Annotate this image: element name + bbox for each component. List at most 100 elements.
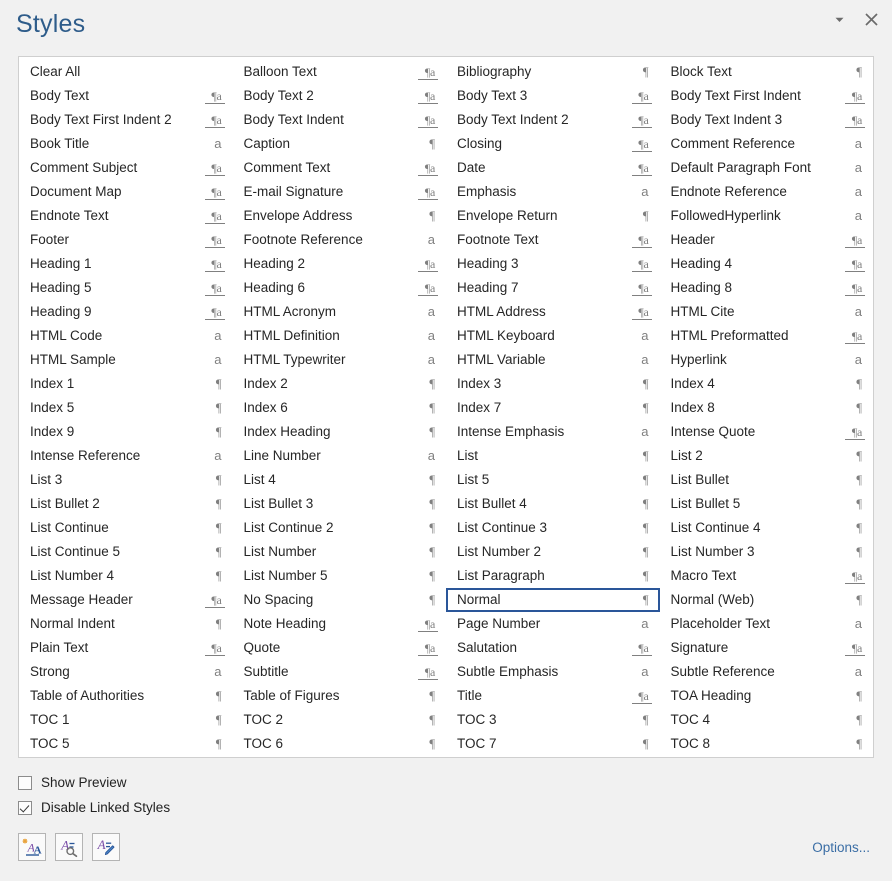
style-item[interactable]: No Spacing ¶ bbox=[233, 588, 447, 612]
style-item[interactable]: Table of Figures ¶ bbox=[233, 684, 447, 708]
style-item[interactable]: List Number 4 ¶ bbox=[19, 564, 233, 588]
style-item[interactable]: TOC 1 ¶ bbox=[19, 708, 233, 732]
close-icon[interactable] bbox=[860, 8, 882, 30]
style-item[interactable]: Balloon Text ¶a bbox=[233, 60, 447, 84]
style-item[interactable]: HTML Variable a bbox=[446, 348, 660, 372]
style-item[interactable]: Plain Text ¶a bbox=[19, 636, 233, 660]
style-item[interactable]: List Bullet 2 ¶ bbox=[19, 492, 233, 516]
style-item[interactable]: Heading 9 ¶a bbox=[19, 300, 233, 324]
style-item[interactable]: Bibliography ¶ bbox=[446, 60, 660, 84]
style-item[interactable]: Title ¶a bbox=[446, 684, 660, 708]
style-item[interactable]: HTML Cite a bbox=[660, 300, 874, 324]
style-item[interactable]: Line Number a bbox=[233, 444, 447, 468]
style-item[interactable]: Emphasis a bbox=[446, 180, 660, 204]
style-item[interactable]: Body Text 2 ¶a bbox=[233, 84, 447, 108]
style-item[interactable]: List 3 ¶ bbox=[19, 468, 233, 492]
options-link[interactable]: Options... bbox=[812, 840, 874, 855]
style-item[interactable]: Normal (Web) ¶ bbox=[660, 588, 874, 612]
style-item[interactable]: List Number ¶ bbox=[233, 540, 447, 564]
style-item[interactable]: Quote ¶a bbox=[233, 636, 447, 660]
style-item[interactable]: Closing ¶a bbox=[446, 132, 660, 156]
style-item[interactable]: Index 2 ¶ bbox=[233, 372, 447, 396]
style-item[interactable]: List Number 2 ¶ bbox=[446, 540, 660, 564]
styles-list-box[interactable]: Clear All Body Text ¶a Body Text First Inde… bbox=[18, 56, 874, 758]
style-item[interactable]: TOC 6 ¶ bbox=[233, 732, 447, 756]
style-item[interactable]: Index 4 ¶ bbox=[660, 372, 874, 396]
style-item[interactable]: HTML Keyboard a bbox=[446, 324, 660, 348]
style-item[interactable]: Heading 7 ¶a bbox=[446, 276, 660, 300]
style-item[interactable]: HTML Preformatted ¶a bbox=[660, 324, 874, 348]
style-item[interactable]: Subtitle ¶a bbox=[233, 660, 447, 684]
style-item[interactable]: Normal Indent ¶ bbox=[19, 612, 233, 636]
style-item[interactable]: HTML Acronym a bbox=[233, 300, 447, 324]
style-item[interactable]: List Continue 3 ¶ bbox=[446, 516, 660, 540]
show-preview-checkbox-box[interactable] bbox=[18, 775, 32, 790]
new-style-button[interactable]: A A bbox=[18, 833, 46, 861]
style-item[interactable]: List Bullet 4 ¶ bbox=[446, 492, 660, 516]
style-item[interactable]: Body Text Indent ¶a bbox=[233, 108, 447, 132]
style-item[interactable]: Envelope Address ¶ bbox=[233, 204, 447, 228]
style-item[interactable]: Index 5 ¶ bbox=[19, 396, 233, 420]
style-item[interactable]: Intense Reference a bbox=[19, 444, 233, 468]
style-item[interactable]: Note Heading ¶a bbox=[233, 612, 447, 636]
style-item[interactable]: Heading 4 ¶a bbox=[660, 252, 874, 276]
style-item[interactable]: HTML Definition a bbox=[233, 324, 447, 348]
style-item[interactable]: FollowedHyperlink a bbox=[660, 204, 874, 228]
style-item[interactable]: Index 8 ¶ bbox=[660, 396, 874, 420]
style-item[interactable]: List Continue ¶ bbox=[19, 516, 233, 540]
style-item[interactable]: Macro Text ¶a bbox=[660, 564, 874, 588]
style-item[interactable]: Hyperlink a bbox=[660, 348, 874, 372]
style-item[interactable]: Index 9 ¶ bbox=[19, 420, 233, 444]
style-item[interactable]: Book Title a bbox=[19, 132, 233, 156]
style-item[interactable]: Index 7 ¶ bbox=[446, 396, 660, 420]
style-item[interactable]: TOA Heading ¶ bbox=[660, 684, 874, 708]
style-item[interactable]: List Bullet ¶ bbox=[660, 468, 874, 492]
style-item[interactable]: Endnote Reference a bbox=[660, 180, 874, 204]
style-item[interactable]: Comment Reference a bbox=[660, 132, 874, 156]
style-item[interactable]: List Bullet 5 ¶ bbox=[660, 492, 874, 516]
style-item[interactable]: Body Text First Indent ¶a bbox=[660, 84, 874, 108]
style-item[interactable]: Placeholder Text a bbox=[660, 612, 874, 636]
disable-linked-styles-checkbox[interactable]: Disable Linked Styles bbox=[18, 795, 874, 820]
style-item[interactable]: TOC 3 ¶ bbox=[446, 708, 660, 732]
style-item[interactable]: HTML Typewriter a bbox=[233, 348, 447, 372]
show-preview-checkbox[interactable]: Show Preview bbox=[18, 770, 874, 795]
style-item[interactable]: Envelope Return ¶ bbox=[446, 204, 660, 228]
manage-styles-button[interactable]: A bbox=[92, 833, 120, 861]
style-item[interactable]: Heading 5 ¶a bbox=[19, 276, 233, 300]
style-item[interactable]: Header ¶a bbox=[660, 228, 874, 252]
style-item[interactable]: Body Text Indent 2 ¶a bbox=[446, 108, 660, 132]
style-item[interactable]: Intense Emphasis a bbox=[446, 420, 660, 444]
style-item[interactable]: List 4 ¶ bbox=[233, 468, 447, 492]
style-item[interactable]: TOC 5 ¶ bbox=[19, 732, 233, 756]
style-item[interactable]: Document Map ¶a bbox=[19, 180, 233, 204]
style-item[interactable]: List Paragraph ¶ bbox=[446, 564, 660, 588]
style-item[interactable]: HTML Address ¶a bbox=[446, 300, 660, 324]
style-item[interactable]: Normal ¶ bbox=[446, 588, 660, 612]
style-item[interactable]: TOC 7 ¶ bbox=[446, 732, 660, 756]
style-item[interactable]: List Number 5 ¶ bbox=[233, 564, 447, 588]
style-item[interactable]: List Continue 5 ¶ bbox=[19, 540, 233, 564]
style-item[interactable]: Subtle Emphasis a bbox=[446, 660, 660, 684]
style-item[interactable]: Clear All bbox=[19, 60, 233, 84]
style-item[interactable]: Heading 3 ¶a bbox=[446, 252, 660, 276]
style-item[interactable]: Index 6 ¶ bbox=[233, 396, 447, 420]
style-item[interactable]: TOC 8 ¶ bbox=[660, 732, 874, 756]
style-item[interactable]: Salutation ¶a bbox=[446, 636, 660, 660]
style-item[interactable]: Body Text 3 ¶a bbox=[446, 84, 660, 108]
style-item[interactable]: Subtle Reference a bbox=[660, 660, 874, 684]
style-item[interactable]: Heading 6 ¶a bbox=[233, 276, 447, 300]
style-item[interactable]: Date ¶a bbox=[446, 156, 660, 180]
style-item[interactable]: Endnote Text ¶a bbox=[19, 204, 233, 228]
style-item[interactable]: Footer ¶a bbox=[19, 228, 233, 252]
style-item[interactable]: Block Text ¶ bbox=[660, 60, 874, 84]
style-item[interactable]: List ¶ bbox=[446, 444, 660, 468]
style-item[interactable]: Index Heading ¶ bbox=[233, 420, 447, 444]
style-item[interactable]: List Continue 4 ¶ bbox=[660, 516, 874, 540]
style-item[interactable]: Default Paragraph Font a bbox=[660, 156, 874, 180]
style-item[interactable]: Page Number a bbox=[446, 612, 660, 636]
style-item[interactable]: Comment Text ¶a bbox=[233, 156, 447, 180]
style-item[interactable]: Heading 2 ¶a bbox=[233, 252, 447, 276]
style-item[interactable]: Footnote Reference a bbox=[233, 228, 447, 252]
style-item[interactable]: List Continue 2 ¶ bbox=[233, 516, 447, 540]
